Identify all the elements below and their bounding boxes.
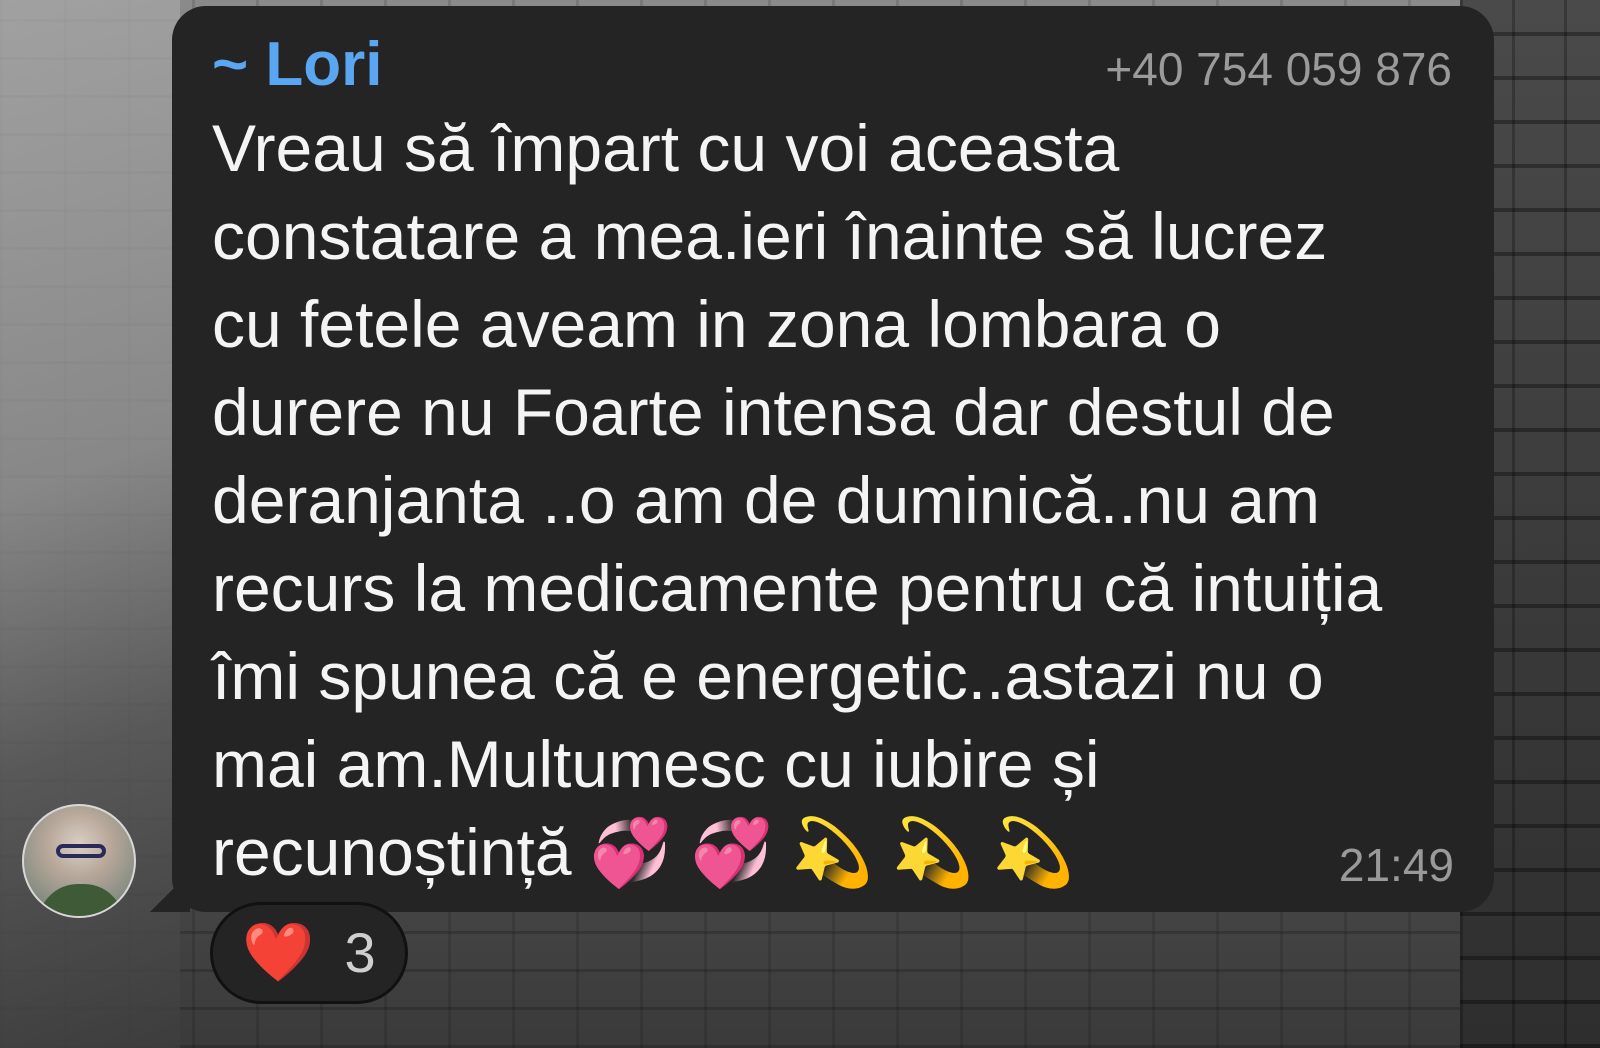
- message-line: recunoștință: [212, 815, 572, 889]
- message-line: îmi spunea că e energetic..astazi nu o: [212, 639, 1324, 713]
- reaction-badge[interactable]: ❤️ 3: [210, 902, 408, 1004]
- dizzy-star-icon: 💫: [790, 815, 874, 889]
- message-line: constatare a mea.ieri înainte să lucrez: [212, 199, 1328, 273]
- message-text: Vreau să împart cu voi aceasta constatar…: [212, 104, 1452, 896]
- message-line: durere nu Foarte intensa dar destul de: [212, 375, 1335, 449]
- revolving-hearts-icon: 💞: [589, 815, 673, 889]
- message-bubble[interactable]: ~ Lori +40 754 059 876 Vreau să împart c…: [172, 6, 1494, 912]
- message-line: mai am.Multumesc cu iubire și: [212, 727, 1100, 801]
- heart-icon: ❤️: [242, 920, 315, 985]
- avatar-glasses: [56, 844, 106, 858]
- avatar-body: [38, 884, 124, 916]
- sender-name[interactable]: ~ Lori: [212, 30, 383, 100]
- dizzy-star-icon: 💫: [992, 815, 1075, 889]
- revolving-hearts-icon: 💞: [690, 815, 773, 889]
- reaction-count: 3: [344, 921, 376, 984]
- message-timestamp: 21:49: [1338, 839, 1454, 891]
- message-line: recurs la medicamente pentru că intuiția: [212, 551, 1383, 625]
- message-line: Vreau să împart cu voi aceasta: [212, 111, 1120, 185]
- sender-phone[interactable]: +40 754 059 876: [1105, 34, 1452, 104]
- message-line: deranjanta ..o am de duminică..nu am: [212, 463, 1320, 537]
- message-header: ~ Lori +40 754 059 876: [212, 30, 1452, 100]
- sender-avatar[interactable]: [22, 804, 136, 918]
- message-line: cu fetele aveam in zona lombara o: [212, 287, 1221, 361]
- message-line-last: recunoștință 💞 💞 💫 💫 💫: [212, 808, 1452, 896]
- dizzy-star-icon: 💫: [891, 815, 974, 889]
